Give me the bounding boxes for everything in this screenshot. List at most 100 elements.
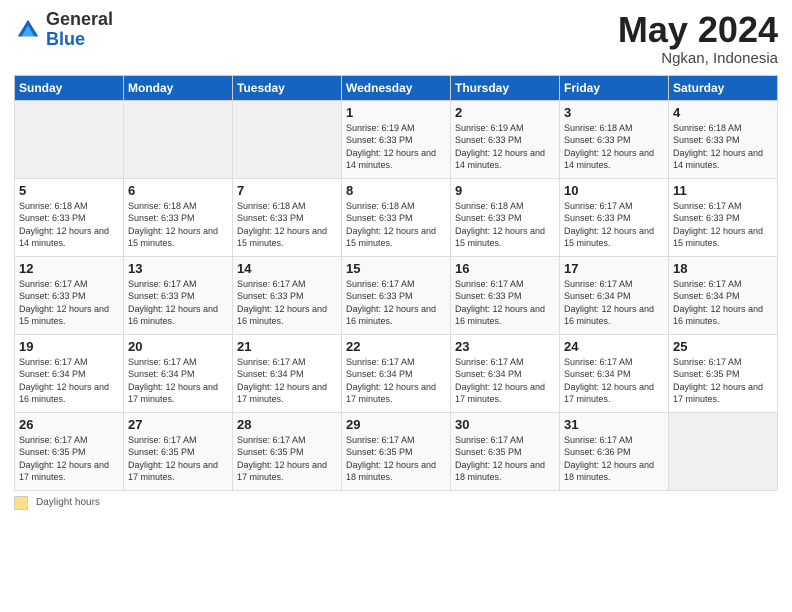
calendar-week-row: 26 Sunrise: 6:17 AM Sunset: 6:35 PM Dayli… [15, 412, 778, 490]
day-number: 24 [564, 339, 664, 354]
calendar-cell: 21 Sunrise: 6:17 AM Sunset: 6:34 PM Dayli… [233, 334, 342, 412]
day-number: 16 [455, 261, 555, 276]
calendar-cell [15, 100, 124, 178]
day-info: Sunrise: 6:18 AM Sunset: 6:33 PM Dayligh… [346, 200, 446, 250]
calendar-cell: 15 Sunrise: 6:17 AM Sunset: 6:33 PM Dayli… [342, 256, 451, 334]
day-number: 6 [128, 183, 228, 198]
logo: General Blue [14, 10, 113, 50]
day-number: 25 [673, 339, 773, 354]
calendar-week-row: 1 Sunrise: 6:19 AM Sunset: 6:33 PM Daylig… [15, 100, 778, 178]
day-info: Sunrise: 6:19 AM Sunset: 6:33 PM Dayligh… [455, 122, 555, 172]
day-number: 26 [19, 417, 119, 432]
day-info: Sunrise: 6:17 AM Sunset: 6:33 PM Dayligh… [455, 278, 555, 328]
day-info: Sunrise: 6:17 AM Sunset: 6:35 PM Dayligh… [673, 356, 773, 406]
calendar-cell [669, 412, 778, 490]
day-info: Sunrise: 6:19 AM Sunset: 6:33 PM Dayligh… [346, 122, 446, 172]
day-info: Sunrise: 6:18 AM Sunset: 6:33 PM Dayligh… [19, 200, 119, 250]
day-number: 2 [455, 105, 555, 120]
day-number: 11 [673, 183, 773, 198]
day-number: 19 [19, 339, 119, 354]
day-number: 22 [346, 339, 446, 354]
day-number: 8 [346, 183, 446, 198]
day-info: Sunrise: 6:18 AM Sunset: 6:33 PM Dayligh… [455, 200, 555, 250]
calendar-week-row: 12 Sunrise: 6:17 AM Sunset: 6:33 PM Dayli… [15, 256, 778, 334]
day-info: Sunrise: 6:17 AM Sunset: 6:33 PM Dayligh… [673, 200, 773, 250]
day-number: 1 [346, 105, 446, 120]
calendar-cell: 31 Sunrise: 6:17 AM Sunset: 6:36 PM Dayli… [560, 412, 669, 490]
calendar-cell: 14 Sunrise: 6:17 AM Sunset: 6:33 PM Dayli… [233, 256, 342, 334]
day-info: Sunrise: 6:17 AM Sunset: 6:35 PM Dayligh… [128, 434, 228, 484]
calendar-week-row: 19 Sunrise: 6:17 AM Sunset: 6:34 PM Dayli… [15, 334, 778, 412]
calendar-cell [233, 100, 342, 178]
logo-text: General Blue [46, 10, 113, 50]
day-number: 3 [564, 105, 664, 120]
day-header: Wednesday [342, 75, 451, 100]
day-number: 28 [237, 417, 337, 432]
calendar-cell: 23 Sunrise: 6:17 AM Sunset: 6:34 PM Dayli… [451, 334, 560, 412]
calendar-cell: 28 Sunrise: 6:17 AM Sunset: 6:35 PM Dayli… [233, 412, 342, 490]
calendar-cell: 12 Sunrise: 6:17 AM Sunset: 6:33 PM Dayli… [15, 256, 124, 334]
day-info: Sunrise: 6:17 AM Sunset: 6:34 PM Dayligh… [455, 356, 555, 406]
day-header: Thursday [451, 75, 560, 100]
logo-blue: Blue [46, 30, 113, 50]
calendar-cell: 20Sunrise: 6:17 AM Sunset: 6:34 PM Dayli… [124, 334, 233, 412]
day-info: Sunrise: 6:17 AM Sunset: 6:34 PM Dayligh… [673, 278, 773, 328]
day-header: Tuesday [233, 75, 342, 100]
title-month: May 2024 [618, 10, 778, 50]
day-number: 21 [237, 339, 337, 354]
day-number: 5 [19, 183, 119, 198]
calendar-cell: 25 Sunrise: 6:17 AM Sunset: 6:35 PM Dayli… [669, 334, 778, 412]
day-number: 18 [673, 261, 773, 276]
day-number: 12 [19, 261, 119, 276]
calendar-cell: 30Sunrise: 6:17 AM Sunset: 6:35 PM Dayli… [451, 412, 560, 490]
day-info: Sunrise: 6:17 AM Sunset: 6:33 PM Dayligh… [346, 278, 446, 328]
logo-icon [14, 16, 42, 44]
day-header: Sunday [15, 75, 124, 100]
calendar-cell: 29Sunrise: 6:17 AM Sunset: 6:35 PM Dayli… [342, 412, 451, 490]
title-location: Ngkan, Indonesia [618, 50, 778, 67]
day-number: 27 [128, 417, 228, 432]
title-block: May 2024 Ngkan, Indonesia [618, 10, 778, 67]
day-info: Sunrise: 6:18 AM Sunset: 6:33 PM Dayligh… [673, 122, 773, 172]
calendar-cell: 11 Sunrise: 6:17 AM Sunset: 6:33 PM Dayli… [669, 178, 778, 256]
day-number: 20 [128, 339, 228, 354]
page: General Blue May 2024 Ngkan, Indonesia S… [0, 0, 792, 612]
day-number: 31 [564, 417, 664, 432]
day-info: Sunrise: 6:17 AM Sunset: 6:34 PM Dayligh… [237, 356, 337, 406]
calendar-cell: 13Sunrise: 6:17 AM Sunset: 6:33 PM Dayli… [124, 256, 233, 334]
day-info: Sunrise: 6:18 AM Sunset: 6:33 PM Dayligh… [237, 200, 337, 250]
day-number: 15 [346, 261, 446, 276]
day-info: Sunrise: 6:17 AM Sunset: 6:34 PM Dayligh… [19, 356, 119, 406]
day-info: Sunrise: 6:17 AM Sunset: 6:34 PM Dayligh… [564, 356, 664, 406]
calendar-cell: 19 Sunrise: 6:17 AM Sunset: 6:34 PM Dayli… [15, 334, 124, 412]
day-info: Sunrise: 6:17 AM Sunset: 6:33 PM Dayligh… [128, 278, 228, 328]
day-info: Sunrise: 6:18 AM Sunset: 6:33 PM Dayligh… [564, 122, 664, 172]
logo-general: General [46, 10, 113, 30]
day-number: 4 [673, 105, 773, 120]
calendar-cell: 6 Sunrise: 6:18 AM Sunset: 6:33 PM Daylig… [124, 178, 233, 256]
daylight-swatch [14, 496, 28, 510]
calendar-header-row: SundayMondayTuesdayWednesdayThursdayFrid… [15, 75, 778, 100]
day-number: 14 [237, 261, 337, 276]
calendar-cell: 4 Sunrise: 6:18 AM Sunset: 6:33 PM Daylig… [669, 100, 778, 178]
calendar-cell: 17 Sunrise: 6:17 AM Sunset: 6:34 PM Dayli… [560, 256, 669, 334]
day-info: Sunrise: 6:17 AM Sunset: 6:35 PM Dayligh… [346, 434, 446, 484]
footer: Daylight hours [14, 496, 778, 510]
day-info: Sunrise: 6:17 AM Sunset: 6:33 PM Dayligh… [237, 278, 337, 328]
day-info: Sunrise: 6:18 AM Sunset: 6:33 PM Dayligh… [128, 200, 228, 250]
calendar-cell: 18 Sunrise: 6:17 AM Sunset: 6:34 PM Dayli… [669, 256, 778, 334]
calendar-cell: 16 Sunrise: 6:17 AM Sunset: 6:33 PM Dayli… [451, 256, 560, 334]
day-number: 10 [564, 183, 664, 198]
calendar-cell: 2 Sunrise: 6:19 AM Sunset: 6:33 PM Daylig… [451, 100, 560, 178]
calendar-cell: 9Sunrise: 6:18 AM Sunset: 6:33 PM Daylig… [451, 178, 560, 256]
day-info: Sunrise: 6:17 AM Sunset: 6:35 PM Dayligh… [237, 434, 337, 484]
day-info: Sunrise: 6:17 AM Sunset: 6:33 PM Dayligh… [19, 278, 119, 328]
calendar-cell: 7Sunrise: 6:18 AM Sunset: 6:33 PM Daylig… [233, 178, 342, 256]
footer-label: Daylight hours [36, 497, 100, 508]
day-info: Sunrise: 6:17 AM Sunset: 6:34 PM Dayligh… [564, 278, 664, 328]
day-number: 23 [455, 339, 555, 354]
calendar-cell [124, 100, 233, 178]
day-number: 17 [564, 261, 664, 276]
day-info: Sunrise: 6:17 AM Sunset: 6:36 PM Dayligh… [564, 434, 664, 484]
calendar-body: 1 Sunrise: 6:19 AM Sunset: 6:33 PM Daylig… [15, 100, 778, 490]
